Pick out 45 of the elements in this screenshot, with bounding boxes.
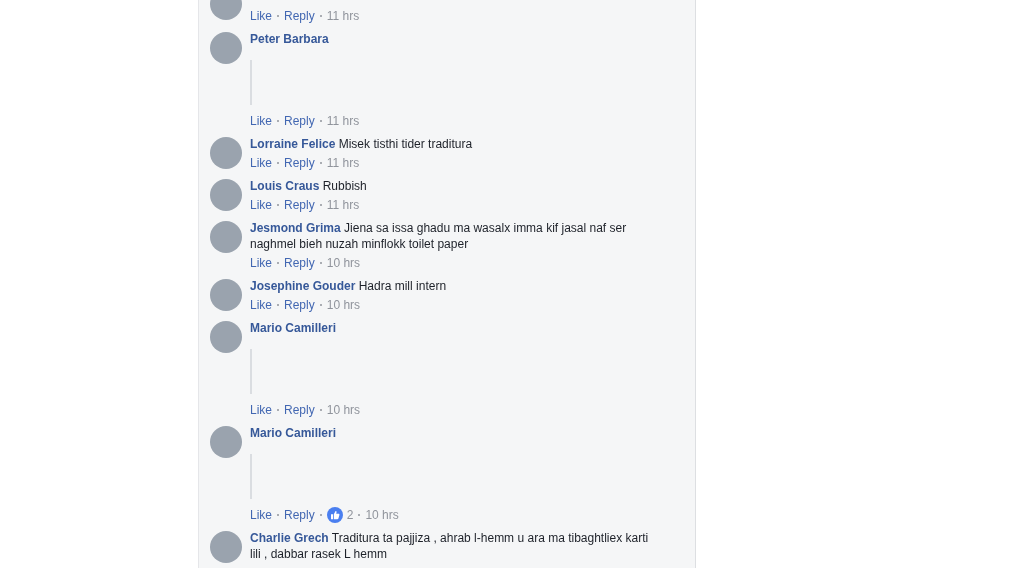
sticker-placeholder: [250, 454, 255, 499]
reply-link[interactable]: Reply: [284, 196, 315, 214]
comment-time: 11 hrs: [326, 113, 360, 130]
like-link[interactable]: Like: [250, 154, 272, 172]
reply-link[interactable]: Reply: [284, 506, 315, 524]
like-link[interactable]: Like: [250, 196, 272, 214]
comment-text: Peter Barbara: [250, 31, 330, 47]
avatar[interactable]: [210, 531, 242, 563]
like-link[interactable]: Like: [250, 7, 272, 25]
like-link[interactable]: Like: [250, 506, 272, 524]
like-link[interactable]: Like: [250, 112, 272, 130]
like-link[interactable]: Like: [250, 296, 272, 314]
sticker-placeholder: [250, 349, 255, 394]
comment-text: Jesmond Grima Jiena sa issa ghadu ma wasalx imma kif jasal naf ser naghmel bieh nuzah minflokk toilet paper: [250, 220, 628, 252]
comment-time: 10 hrs: [326, 297, 361, 314]
avatar[interactable]: [210, 279, 242, 311]
sticker-placeholder: [250, 60, 255, 105]
reply-link[interactable]: Reply: [284, 401, 315, 419]
comment-text: Mario Camilleri: [250, 425, 338, 441]
reaction-count[interactable]: 2: [346, 506, 354, 524]
avatar[interactable]: [210, 137, 242, 169]
comment-text: Mario Camilleri: [250, 320, 338, 336]
like-link[interactable]: Like: [250, 401, 272, 419]
comment-time: 11 hrs: [326, 155, 360, 172]
comment-time: 11 hrs: [326, 197, 360, 214]
comment-time: 10 hrs: [326, 402, 361, 419]
avatar[interactable]: [210, 426, 242, 458]
comment-text: Lorraine Felice Misek tisthi tider traditura: [250, 136, 474, 152]
reply-link[interactable]: Reply: [284, 7, 315, 25]
comment-text: Louis Craus Rubbish: [250, 178, 368, 194]
comment-text: Charlie Grech Traditura ta pajjiza , ahrab l-hemm u ara ma tibaghtliex karti lili , dabbar rasek L hemm: [250, 530, 650, 562]
reply-link[interactable]: Reply: [284, 154, 315, 172]
avatar[interactable]: [210, 221, 242, 253]
reply-link[interactable]: Reply: [284, 296, 315, 314]
comment-text: Josephine Gouder Hadra mill intern: [250, 278, 448, 294]
reply-link[interactable]: Reply: [284, 112, 315, 130]
like-link[interactable]: Like: [250, 254, 272, 272]
comment-time: 10 hrs: [365, 507, 399, 524]
avatar[interactable]: [210, 321, 242, 353]
like-reaction-icon[interactable]: [326, 507, 343, 523]
avatar[interactable]: [210, 179, 242, 211]
avatar[interactable]: [210, 32, 242, 64]
reply-link[interactable]: Reply: [284, 254, 315, 272]
comment-time: 10 hrs: [326, 255, 361, 272]
comment-time: 11 hrs: [326, 8, 360, 25]
